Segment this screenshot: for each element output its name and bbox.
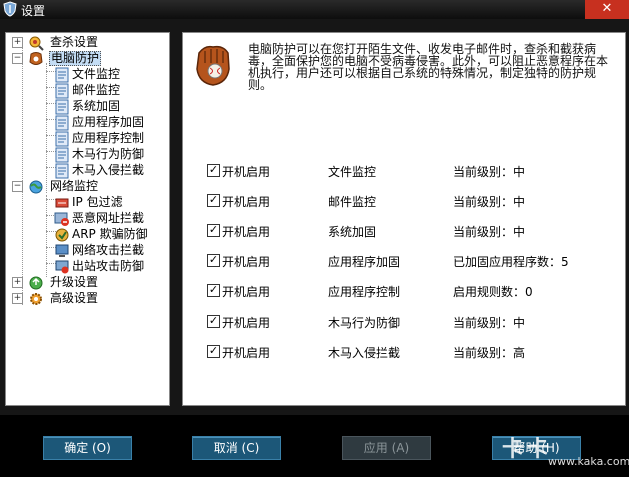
autostart-label: 开机启用 bbox=[222, 195, 271, 209]
module-status: 当前级别：中 bbox=[453, 316, 526, 330]
autostart-checkbox[interactable]: ✓ bbox=[207, 315, 220, 328]
apply-button[interactable]: 应用 (A) bbox=[342, 436, 431, 460]
module-status: 当前级别：中 bbox=[453, 225, 526, 239]
expand-icon[interactable]: + bbox=[12, 37, 23, 48]
cancel-button[interactable]: 取消 (C) bbox=[192, 436, 281, 460]
expand-icon[interactable]: + bbox=[12, 277, 23, 288]
tree-label: IP 包过滤 bbox=[72, 195, 123, 209]
tree-label: 文件监控 bbox=[72, 67, 121, 81]
network-attack-icon bbox=[55, 244, 69, 257]
tree-item-scan-settings[interactable]: + 查杀设置 bbox=[6, 35, 166, 51]
tree-item-advanced-settings[interactable]: + 高级设置 bbox=[6, 291, 166, 306]
ok-button[interactable]: 确定 (O) bbox=[43, 436, 132, 460]
virus-scan-icon bbox=[29, 36, 44, 51]
autostart-checkbox[interactable]: ✓ bbox=[207, 194, 220, 207]
baseball-glove-icon bbox=[196, 45, 230, 86]
module-status: 已加固应用程序数：5 bbox=[453, 255, 569, 269]
tree-item-update-settings[interactable]: + 升级设置 bbox=[6, 275, 166, 290]
tree-label: 网络攻击拦截 bbox=[72, 243, 145, 257]
document-icon bbox=[55, 147, 69, 163]
shield-app-icon bbox=[3, 1, 17, 17]
module-name: 系统加固 bbox=[328, 225, 377, 239]
protection-settings-panel: 电脑防护可以在您打开陌生文件、收发电子邮件时，查杀和截获病毒，全面保护您的电脑不… bbox=[182, 32, 626, 406]
tree-label: 应用程序控制 bbox=[72, 131, 145, 145]
document-icon bbox=[55, 67, 69, 83]
module-status: 当前级别：高 bbox=[453, 346, 526, 360]
module-name: 文件监控 bbox=[328, 165, 377, 179]
module-name: 木马入侵拦截 bbox=[328, 346, 401, 360]
tree-label: 升级设置 bbox=[50, 275, 99, 289]
module-name: 应用程序控制 bbox=[328, 285, 401, 299]
ip-filter-icon bbox=[55, 198, 69, 208]
document-icon bbox=[55, 115, 69, 131]
document-icon bbox=[55, 163, 69, 179]
globe-icon bbox=[29, 180, 43, 194]
tree-label: 木马入侵拦截 bbox=[72, 163, 145, 177]
window-title: 设置 bbox=[21, 4, 46, 18]
setting-row-mail-monitor: ✓ 开机启用 邮件监控 当前级别：中 bbox=[207, 193, 607, 209]
module-name: 邮件监控 bbox=[328, 195, 377, 209]
autostart-checkbox[interactable]: ✓ bbox=[207, 284, 220, 297]
setting-row-trojan-behavior: ✓ 开机启用 木马行为防御 当前级别：中 bbox=[207, 314, 607, 330]
document-icon bbox=[55, 131, 69, 147]
expand-icon[interactable]: + bbox=[12, 293, 23, 304]
tree-label: 木马行为防御 bbox=[72, 147, 145, 161]
tree-item-network-monitor[interactable]: − 网络监控 bbox=[6, 179, 166, 194]
protection-description: 电脑防护可以在您打开陌生文件、收发电子邮件时，查杀和截获病毒，全面保护您的电脑不… bbox=[248, 42, 609, 92]
autostart-checkbox[interactable]: ✓ bbox=[207, 254, 220, 267]
tree-label: 出站攻击防御 bbox=[72, 259, 145, 273]
setting-row-trojan-intrusion: ✓ 开机启用 木马入侵拦截 当前级别：高 bbox=[207, 344, 607, 360]
collapse-icon[interactable]: − bbox=[12, 53, 23, 64]
tree-item-pc-protection[interactable]: − 电脑防护 bbox=[6, 51, 166, 66]
tree-label: 系统加固 bbox=[72, 99, 121, 113]
watermark-url: www.kaka.com bbox=[548, 455, 629, 468]
autostart-label: 开机启用 bbox=[222, 316, 271, 330]
setting-row-app-hardening: ✓ 开机启用 应用程序加固 已加固应用程序数：5 bbox=[207, 253, 607, 269]
outbound-attack-icon bbox=[55, 260, 69, 274]
autostart-label: 开机启用 bbox=[222, 285, 271, 299]
document-icon bbox=[55, 83, 69, 99]
module-name: 木马行为防御 bbox=[328, 316, 401, 330]
close-icon: ✕ bbox=[601, 1, 613, 16]
advanced-gear-icon bbox=[30, 293, 42, 305]
url-block-icon bbox=[54, 212, 69, 226]
autostart-checkbox[interactable]: ✓ bbox=[207, 345, 220, 358]
tree-label: 邮件监控 bbox=[72, 83, 121, 97]
watermark-logo: 卡卡 bbox=[502, 437, 553, 462]
module-status: 当前级别：中 bbox=[453, 195, 526, 209]
setting-row-app-control: ✓ 开机启用 应用程序控制 启用规则数：0 bbox=[207, 283, 607, 299]
tree-label: 查杀设置 bbox=[50, 35, 99, 49]
collapse-icon[interactable]: − bbox=[12, 181, 23, 192]
tree-label-selected: 电脑防护 bbox=[49, 51, 102, 66]
title-bar: 设置 ✕ bbox=[0, 0, 629, 19]
settings-tree[interactable]: + 查杀设置 − 电脑防护 文件监控 邮件监控 系统加固 应用程序加固 应用程序… bbox=[5, 32, 170, 406]
module-name: 应用程序加固 bbox=[328, 255, 401, 269]
setting-row-file-monitor: ✓ 开机启用 文件监控 当前级别：中 bbox=[207, 163, 607, 179]
autostart-label: 开机启用 bbox=[222, 225, 271, 239]
autostart-label: 开机启用 bbox=[222, 165, 271, 179]
autostart-label: 开机启用 bbox=[222, 255, 271, 269]
setting-row-system-hardening: ✓ 开机启用 系统加固 当前级别：中 bbox=[207, 223, 607, 239]
tree-label: 高级设置 bbox=[50, 291, 99, 305]
tree-label: 恶意网址拦截 bbox=[72, 211, 145, 225]
tree-label: ARP 欺骗防御 bbox=[72, 227, 148, 241]
autostart-checkbox[interactable]: ✓ bbox=[207, 164, 220, 177]
update-globe-icon bbox=[29, 276, 43, 290]
autostart-checkbox[interactable]: ✓ bbox=[207, 224, 220, 237]
autostart-label: 开机启用 bbox=[222, 346, 271, 360]
baseball-glove-icon bbox=[29, 52, 43, 65]
document-icon bbox=[55, 99, 69, 115]
tree-label: 应用程序加固 bbox=[72, 115, 145, 129]
module-status: 当前级别：中 bbox=[453, 165, 526, 179]
close-button[interactable]: ✕ bbox=[585, 0, 629, 19]
arp-defense-icon bbox=[55, 228, 69, 242]
tree-label: 网络监控 bbox=[50, 179, 99, 193]
module-status: 启用规则数：0 bbox=[453, 285, 533, 299]
